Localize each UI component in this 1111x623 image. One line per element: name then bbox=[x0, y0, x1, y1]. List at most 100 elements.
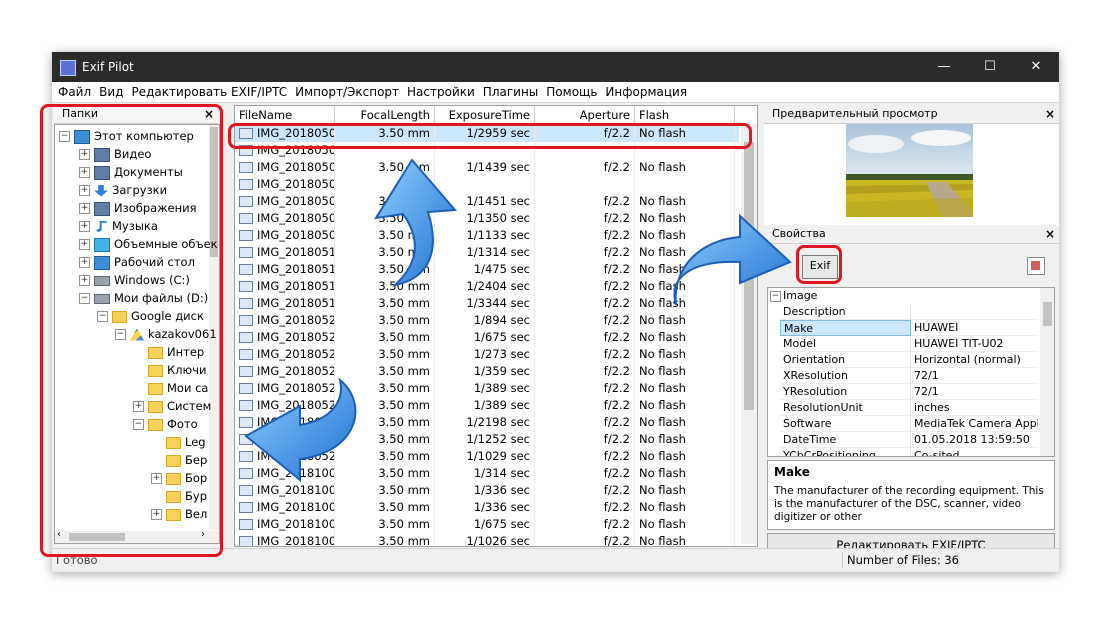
menu-item-6[interactable]: Помощь bbox=[542, 82, 601, 102]
menu-item-7[interactable]: Информация bbox=[601, 82, 691, 102]
property-value[interactable]: inches bbox=[911, 400, 1038, 416]
expand-icon[interactable]: + bbox=[79, 275, 90, 286]
table-row[interactable]: IMG_2018052... 3.50 mm 1/894 sec f/2.2 No fl… bbox=[235, 312, 739, 329]
tree-item[interactable]: − Фото bbox=[133, 415, 198, 433]
close-button[interactable]: ✕ bbox=[1013, 52, 1059, 82]
collapse-icon[interactable]: − bbox=[97, 311, 108, 322]
table-row[interactable]: IMG_2018051... 3.50 mm 1/1314 sec f/2.2 No f… bbox=[235, 244, 739, 261]
tree-item[interactable]: + Windows (C:) bbox=[79, 271, 190, 289]
collapse-group-icon[interactable]: − bbox=[770, 291, 781, 302]
file-list-scroll-thumb[interactable] bbox=[744, 142, 754, 410]
tree-item[interactable]: Бер bbox=[151, 451, 207, 469]
tree-item[interactable]: + Видео bbox=[79, 145, 151, 163]
column-header[interactable]: FocalLength bbox=[335, 106, 435, 124]
table-row[interactable]: IMG_2018052... 3.50 mm 1/1029 sec f/2.2 No f… bbox=[235, 448, 739, 465]
title-bar[interactable]: Exif Pilot — ☐ ✕ bbox=[52, 52, 1059, 82]
properties-scroll-thumb[interactable] bbox=[1043, 302, 1052, 326]
property-row[interactable]: DateTime 01.05.2018 13:59:50 bbox=[768, 432, 1038, 448]
property-value[interactable]: 72/1 bbox=[911, 368, 1038, 384]
table-row[interactable]: IMG_2018100... 3.50 mm 1/675 sec f/2.2 No fl… bbox=[235, 516, 739, 533]
table-row[interactable]: IMG_2018052... 3.50 mm 1/389 sec f/2.2 No fl… bbox=[235, 380, 739, 397]
table-row[interactable]: IMG_2018050... 3.50 mm 1/1133 sec f/2.2 No f… bbox=[235, 227, 739, 244]
collapse-icon[interactable]: − bbox=[79, 293, 90, 304]
tree-item[interactable]: + Систем bbox=[133, 397, 211, 415]
tree-item[interactable]: + Загрузки bbox=[79, 181, 167, 199]
scroll-right-icon[interactable]: › bbox=[201, 529, 205, 540]
property-value[interactable] bbox=[911, 304, 1038, 320]
table-row[interactable]: IMG_2018050... 3.50 mm 1/1439 sec f/2.2 No f… bbox=[235, 159, 739, 176]
expand-icon[interactable]: + bbox=[79, 203, 90, 214]
property-row[interactable]: Description bbox=[768, 304, 1038, 320]
property-value[interactable]: Horizontal (normal) bbox=[911, 352, 1038, 368]
table-row[interactable]: IMG_2018050... 3.50 mm 1/1451 sec f/2.2 No f… bbox=[235, 193, 739, 210]
expand-icon[interactable]: + bbox=[133, 401, 144, 412]
tree-item[interactable]: + Изображения bbox=[79, 199, 197, 217]
tree-item[interactable]: Leg bbox=[151, 433, 206, 451]
property-value[interactable]: 72/1 bbox=[911, 384, 1038, 400]
menu-item-2[interactable]: Редактировать EXIF/IPTC bbox=[127, 82, 291, 102]
table-row[interactable]: IMG_2018100... 3.50 mm 1/336 sec f/2.2 No fl… bbox=[235, 482, 739, 499]
property-value[interactable]: MediaTek Camera Appl... bbox=[911, 416, 1038, 432]
menu-item-0[interactable]: Файл bbox=[54, 82, 95, 102]
table-row[interactable]: IMG_2018052... 3.50 mm 1/2198 sec f/2.2 No f… bbox=[235, 414, 739, 431]
table-row[interactable]: IMG_2018050... bbox=[235, 176, 739, 193]
table-row[interactable]: IMG_2018100... 3.50 mm 1/336 sec f/2.2 No fl… bbox=[235, 499, 739, 516]
table-row[interactable]: IMG_2018052... 3.50 mm 1/273 sec f/2.2 No fl… bbox=[235, 346, 739, 363]
table-row[interactable]: IMG_2018051... 3.50 mm 1/3344 sec f/2.2 No f… bbox=[235, 295, 739, 312]
preview-panel-close-icon[interactable]: × bbox=[1045, 105, 1055, 123]
menu-item-3[interactable]: Импорт/Экспорт bbox=[291, 82, 403, 102]
table-row[interactable]: IMG_2018051... 3.50 mm 1/475 sec f/2.2 No fl… bbox=[235, 261, 739, 278]
expand-icon[interactable]: + bbox=[79, 239, 90, 250]
collapse-icon[interactable]: − bbox=[115, 329, 126, 340]
table-row[interactable]: IMG_2018050... 3.50 mm 1/1350 sec f/2.2 No f… bbox=[235, 210, 739, 227]
tree-item[interactable]: − Google диск bbox=[97, 307, 204, 325]
expand-icon[interactable]: + bbox=[79, 167, 90, 178]
tree-item[interactable]: + Документы bbox=[79, 163, 183, 181]
table-row[interactable]: IMG_2018052... 3.50 mm 1/675 sec f/2.2 No fl… bbox=[235, 329, 739, 346]
tree-item[interactable]: + Бор bbox=[151, 469, 207, 487]
property-value[interactable]: HUAWEI bbox=[911, 320, 1038, 336]
menu-item-5[interactable]: Плагины bbox=[479, 82, 542, 102]
properties-scrollbar[interactable] bbox=[1040, 288, 1054, 456]
file-list-scrollbar[interactable] bbox=[741, 124, 757, 544]
table-row[interactable]: IMG_2018100... 3.50 mm 1/1026 sec f/2.2 No f… bbox=[235, 533, 739, 546]
property-row[interactable]: YResolution 72/1 bbox=[768, 384, 1038, 400]
tree-item[interactable]: Мои са bbox=[133, 379, 208, 397]
expand-icon[interactable]: + bbox=[79, 149, 90, 160]
tree-item[interactable]: − Мои файлы (D:) bbox=[79, 289, 208, 307]
export-properties-icon[interactable] bbox=[1027, 257, 1045, 275]
folder-tree-horizontal-scrollbar[interactable]: ‹ › bbox=[55, 529, 219, 543]
table-row[interactable]: IMG_2018052... 3.50 mm 1/359 sec f/2.2 No fl… bbox=[235, 363, 739, 380]
table-row[interactable]: IMG_2018100... 3.50 mm 1/314 sec f/2.2 No fl… bbox=[235, 465, 739, 482]
expand-icon[interactable]: + bbox=[79, 257, 90, 268]
folder-tree-hscroll-thumb[interactable] bbox=[69, 533, 125, 541]
collapse-icon[interactable]: − bbox=[133, 419, 144, 430]
property-row[interactable]: XResolution 72/1 bbox=[768, 368, 1038, 384]
table-row[interactable]: IMG_2018052... 3.50 mm 1/1252 sec f/2.2 No f… bbox=[235, 431, 739, 448]
collapse-icon[interactable]: − bbox=[59, 131, 70, 142]
minimize-button[interactable]: — bbox=[921, 52, 967, 82]
expand-icon[interactable]: + bbox=[79, 221, 90, 232]
property-value[interactable]: Co-sited bbox=[911, 448, 1038, 456]
scroll-left-icon[interactable]: ‹ bbox=[57, 529, 61, 540]
column-header[interactable]: Flash bbox=[635, 106, 735, 124]
table-row[interactable]: IMG_2018050... 3.50 mm 1/2959 sec f/2.2 No f… bbox=[235, 125, 739, 142]
property-row[interactable]: Software MediaTek Camera Appl... bbox=[768, 416, 1038, 432]
properties-group-row[interactable]: − Image bbox=[768, 288, 1038, 304]
expand-icon[interactable]: + bbox=[79, 185, 90, 196]
menu-item-4[interactable]: Настройки bbox=[403, 82, 479, 102]
exif-tab-button[interactable]: Exif bbox=[802, 255, 838, 279]
maximize-button[interactable]: ☐ bbox=[967, 52, 1013, 82]
tree-item[interactable]: − kazakov061 bbox=[115, 325, 217, 343]
property-row[interactable]: Orientation Horizontal (normal) bbox=[768, 352, 1038, 368]
tree-item[interactable]: + Вел bbox=[151, 505, 207, 523]
expand-icon[interactable]: + bbox=[151, 509, 162, 520]
tree-item[interactable]: + Объемные объек bbox=[79, 235, 218, 253]
expand-icon[interactable]: + bbox=[151, 473, 162, 484]
folders-panel-close-icon[interactable]: × bbox=[204, 105, 214, 123]
menu-item-1[interactable]: Вид bbox=[95, 82, 127, 102]
property-row[interactable]: YCbCrPositioning Co-sited bbox=[768, 448, 1038, 456]
table-row[interactable]: IMG_2018052... 3.50 mm 1/389 sec f/2.2 No fl… bbox=[235, 397, 739, 414]
table-row[interactable]: IMG_2018051... 3.50 mm 1/2404 sec f/2.2 No f… bbox=[235, 278, 739, 295]
property-value[interactable]: HUAWEI TIT-U02 bbox=[911, 336, 1038, 352]
